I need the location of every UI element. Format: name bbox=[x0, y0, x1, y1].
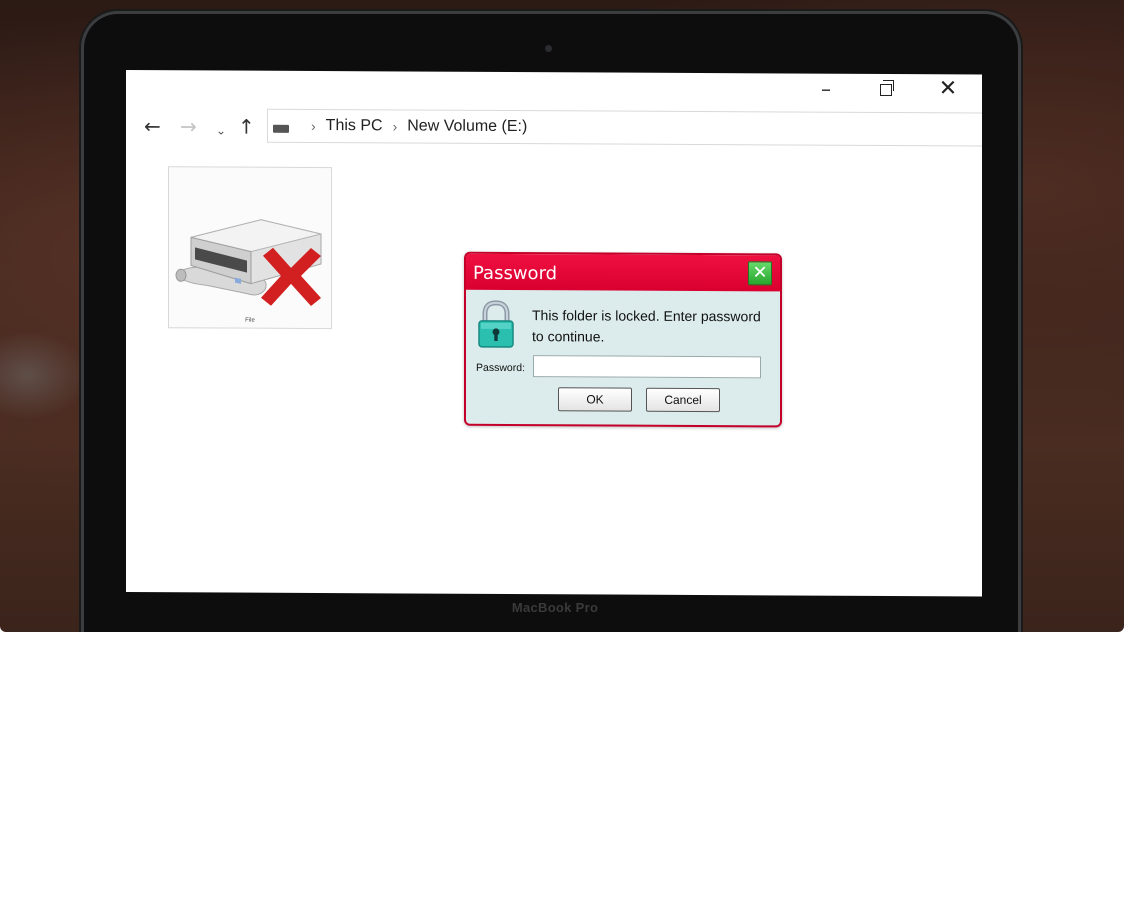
webcam bbox=[545, 45, 552, 52]
breadcrumb-separator: › bbox=[311, 117, 316, 134]
minimize-button[interactable]: – bbox=[806, 76, 846, 102]
drive-item-label: File bbox=[245, 317, 255, 324]
password-input[interactable] bbox=[533, 355, 761, 379]
back-button[interactable]: ← bbox=[144, 114, 161, 138]
dialog-titlebar: Password ✕ bbox=[466, 253, 780, 292]
close-window-button[interactable]: ✕ bbox=[928, 76, 968, 102]
ok-button[interactable]: OK bbox=[558, 387, 632, 412]
dialog-message: This folder is locked. Enter password to… bbox=[532, 307, 761, 345]
recent-locations-dropdown[interactable]: ⌄ bbox=[216, 120, 226, 140]
breadcrumb-separator: › bbox=[392, 118, 398, 135]
up-button[interactable]: ↑ bbox=[238, 115, 255, 139]
password-dialog: Password ✕ This folder is locked. Enter … bbox=[464, 251, 782, 428]
lock-icon bbox=[478, 300, 514, 348]
forward-button[interactable]: → bbox=[180, 114, 197, 138]
drive-locked-icon bbox=[175, 219, 322, 306]
file-explorer-window: – ✕ ← → ⌄ ↑ › This PC › New Volume (E:) bbox=[126, 70, 982, 597]
password-label: Password: bbox=[476, 361, 526, 375]
photo-background: MacBook Pro – ✕ ← → ⌄ ↑ › This PC › New … bbox=[0, 0, 1124, 632]
breadcrumb-item-new-volume[interactable]: New Volume (E:) bbox=[407, 117, 527, 136]
address-bar[interactable]: › This PC › New Volume (E:) bbox=[267, 108, 982, 147]
cancel-button[interactable]: Cancel bbox=[646, 387, 720, 413]
locked-drive-item[interactable]: File bbox=[168, 166, 332, 330]
restore-button[interactable] bbox=[866, 76, 906, 102]
restore-icon bbox=[880, 83, 892, 97]
drive-icon bbox=[273, 124, 289, 133]
dialog-close-button[interactable]: ✕ bbox=[748, 261, 772, 286]
breadcrumb-item-this-pc[interactable]: This PC bbox=[326, 117, 383, 135]
dialog-title: Password bbox=[473, 262, 558, 285]
laptop-brand-label: MacBook Pro bbox=[511, 600, 599, 615]
